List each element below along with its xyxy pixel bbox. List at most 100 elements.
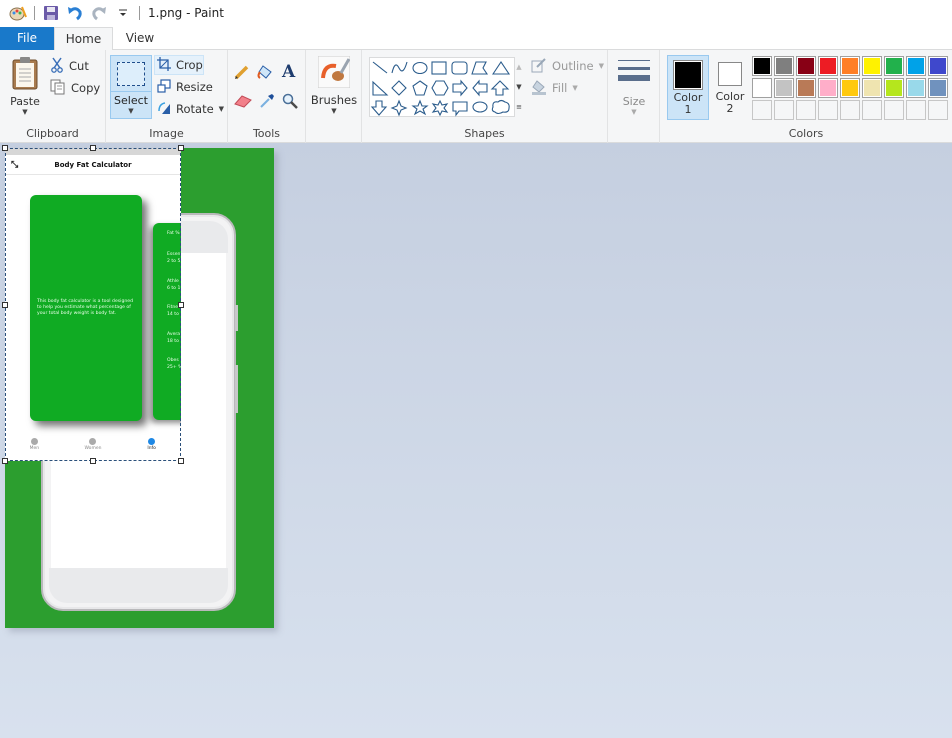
palette-color-swatch[interactable] <box>818 78 838 98</box>
resize-handle-w[interactable] <box>2 302 8 308</box>
nav-men-label: Men <box>29 446 40 451</box>
resize-button[interactable]: Resize <box>157 77 213 97</box>
magnifier-icon[interactable] <box>282 93 298 112</box>
pencil-icon[interactable] <box>234 64 250 83</box>
palette-color-swatch[interactable] <box>862 78 882 98</box>
palette-color-swatch[interactable] <box>862 56 882 76</box>
canvas-workspace: ⤡ Body Fat Calculator This body fat calc… <box>0 143 952 738</box>
fill-button[interactable]: Fill ▼ <box>531 78 578 98</box>
copy-button[interactable]: Copy <box>50 78 100 98</box>
size-label: Size <box>622 95 646 108</box>
nav-info: Info <box>132 438 172 460</box>
palette-color-swatch[interactable] <box>884 78 904 98</box>
fat-range-item: 6 to 1 <box>167 286 181 291</box>
outline-button[interactable]: Outline ▼ <box>531 56 604 76</box>
tab-home[interactable]: Home <box>54 27 113 50</box>
palette-custom-slot[interactable] <box>774 100 794 120</box>
crop-icon <box>157 56 171 74</box>
shapes-gallery-scroll[interactable]: ▲ ▼ ≡ <box>513 57 525 117</box>
scroll-down-icon[interactable]: ▼ <box>516 83 521 91</box>
resize-handle-se[interactable] <box>178 458 184 464</box>
palette-color-swatch[interactable] <box>774 78 794 98</box>
undo-icon[interactable] <box>65 3 85 23</box>
resize-handle-n[interactable] <box>90 145 96 151</box>
color1-swatch <box>673 60 703 90</box>
palette-custom-slot[interactable] <box>928 100 948 120</box>
paste-label: Paste <box>10 95 40 108</box>
palette-custom-slot[interactable] <box>884 100 904 120</box>
redo-icon[interactable] <box>89 3 109 23</box>
palette-color-swatch[interactable] <box>840 78 860 98</box>
fat-range-item: 25+ % <box>167 365 181 370</box>
resize-handle-sw[interactable] <box>2 458 8 464</box>
chevron-down-icon: ▼ <box>598 62 604 70</box>
brushes-button[interactable]: Brushes ▼ <box>311 55 357 115</box>
palette-custom-slot[interactable] <box>818 100 838 120</box>
info-card-text: This body fat calculator is a tool desig… <box>37 299 134 316</box>
outline-pencil-icon <box>531 57 547 76</box>
app-bottom-nav: Men Women Info <box>5 438 181 460</box>
tab-view[interactable]: View <box>113 27 167 50</box>
palette-custom-slot[interactable] <box>796 100 816 120</box>
tools-group: A Tools <box>228 50 306 143</box>
fill-bucket-icon[interactable] <box>257 63 275 84</box>
nav-women-label: Women <box>84 446 102 451</box>
chevron-down-icon: ▼ <box>572 84 578 92</box>
palette-color-swatch[interactable] <box>906 56 926 76</box>
palette-color-swatch[interactable] <box>818 56 838 76</box>
resize-handle-ne[interactable] <box>178 145 184 151</box>
eraser-icon[interactable] <box>234 94 252 111</box>
image-group-label: Image <box>149 127 184 140</box>
palette-color-swatch[interactable] <box>840 56 860 76</box>
palette-color-swatch[interactable] <box>884 56 904 76</box>
palette-color-swatch[interactable] <box>928 56 948 76</box>
palette-custom-slot[interactable] <box>862 100 882 120</box>
resize-handle-s[interactable] <box>90 458 96 464</box>
select-button[interactable]: Select ▼ <box>110 55 152 119</box>
fat-range-item: Fat % <box>167 231 180 236</box>
color1-button[interactable]: Color 1 <box>667 55 709 120</box>
pasted-selection[interactable]: ⤡ Body Fat Calculator This body fat calc… <box>5 148 181 461</box>
fill-label: Fill <box>552 81 568 95</box>
paste-button[interactable]: Paste ▼ <box>6 56 44 116</box>
rotate-button[interactable]: Rotate ▼ <box>157 99 224 119</box>
palette-color-swatch[interactable] <box>796 56 816 76</box>
palette-color-swatch[interactable] <box>752 56 772 76</box>
scroll-up-icon[interactable]: ▲ <box>516 63 521 71</box>
palette-custom-slot[interactable] <box>752 100 772 120</box>
quick-access-toolbar <box>0 0 146 26</box>
palette-color-swatch[interactable] <box>906 78 926 98</box>
palette-color-swatch[interactable] <box>774 56 794 76</box>
palette-color-swatch[interactable] <box>928 78 948 98</box>
chevron-down-icon: ▼ <box>631 108 637 116</box>
person-icon <box>30 438 38 445</box>
window-title: 1.png - Paint <box>148 6 224 20</box>
color2-swatch <box>718 62 742 86</box>
palette-color-swatch[interactable] <box>752 78 772 98</box>
tab-file[interactable]: File <box>0 27 54 50</box>
rotate-icon <box>157 101 171 118</box>
gallery-expand-icon[interactable]: ≡ <box>516 103 522 111</box>
palette-custom-slot[interactable] <box>906 100 926 120</box>
resize-handle-e[interactable] <box>178 302 184 308</box>
rotate-label: Rotate <box>176 102 214 116</box>
separator <box>139 6 140 20</box>
palette-color-swatch[interactable] <box>796 78 816 98</box>
color2-button[interactable]: Color 2 <box>710 55 750 120</box>
copy-icon <box>50 79 66 98</box>
customize-quick-access-icon[interactable] <box>113 3 133 23</box>
outline-label: Outline <box>552 59 594 73</box>
cut-button[interactable]: Cut <box>50 56 89 76</box>
palette-custom-slot[interactable] <box>840 100 860 120</box>
paint-app-icon[interactable] <box>8 3 28 23</box>
color-picker-icon[interactable] <box>259 93 275 112</box>
fat-range-item: Obes <box>167 358 179 363</box>
crop-button[interactable]: Crop <box>157 55 203 75</box>
save-icon[interactable] <box>41 3 61 23</box>
text-tool-icon[interactable]: A <box>282 62 295 82</box>
size-button[interactable]: Size ▼ <box>616 58 652 116</box>
resize-handle-nw[interactable] <box>2 145 8 151</box>
clipboard-group: Paste ▼ Cut Copy Clipboard <box>0 50 106 143</box>
fill-icon <box>531 79 547 98</box>
color1-number: 1 <box>684 103 692 116</box>
